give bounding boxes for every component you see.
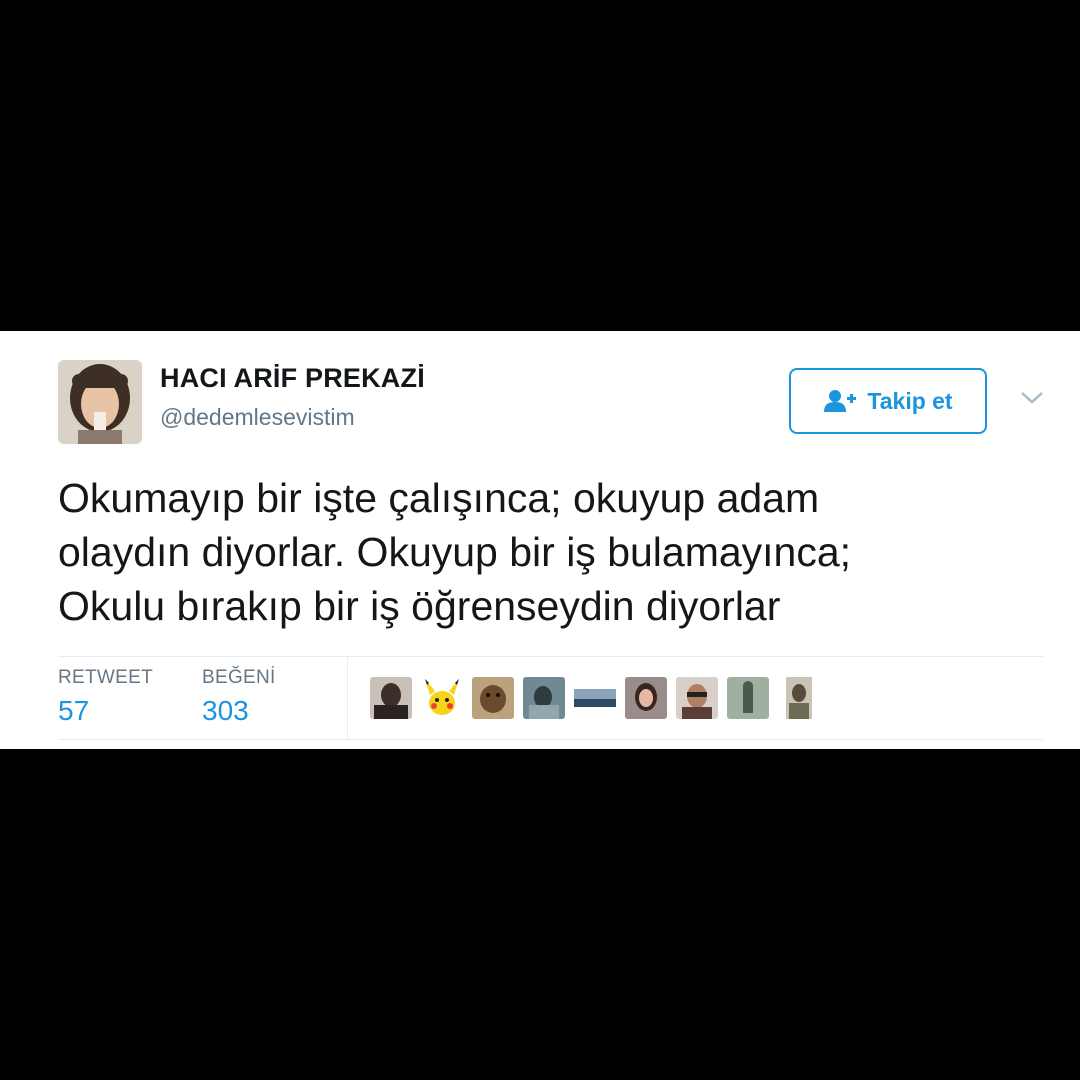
follow-button-label: Takip et bbox=[867, 387, 953, 414]
tweet-card: HACI ARİF PREKAZİ @dedemlesevistim Takip… bbox=[0, 331, 1080, 749]
tweet-text-line: Okumayıp bir işte çalışınca; okuyup adam bbox=[58, 475, 820, 521]
liker-avatar-pikachu[interactable] bbox=[421, 677, 463, 719]
tweet-stats: RETWEET 57 BEĞENİ 303 bbox=[58, 657, 1043, 739]
liker-avatar[interactable] bbox=[625, 677, 667, 719]
like-stat[interactable]: BEĞENİ 303 bbox=[202, 667, 276, 727]
add-user-icon bbox=[824, 390, 857, 412]
liker-avatar[interactable] bbox=[778, 677, 820, 719]
author-handle[interactable]: @dedemlesevistim bbox=[160, 404, 355, 431]
liker-avatar[interactable] bbox=[370, 677, 412, 719]
stats-bottom-divider bbox=[58, 739, 1043, 740]
tweet-text-line: olaydın diyorlar. Okuyup bir iş bulamayı… bbox=[58, 529, 852, 575]
follow-button[interactable]: Takip et bbox=[789, 368, 987, 434]
retweet-stat[interactable]: RETWEET 57 bbox=[58, 667, 153, 727]
liker-avatar[interactable] bbox=[472, 677, 514, 719]
like-label: BEĞENİ bbox=[202, 667, 276, 688]
liker-avatar[interactable] bbox=[574, 677, 616, 719]
tweet-text-line: Okulu bırakıp bir iş öğrenseydin diyorla… bbox=[58, 583, 781, 629]
author-name[interactable]: HACI ARİF PREKAZİ bbox=[160, 363, 425, 394]
retweet-count: 57 bbox=[58, 695, 90, 726]
liker-avatar[interactable] bbox=[727, 677, 769, 719]
author-avatar[interactable] bbox=[58, 360, 142, 444]
liker-avatar[interactable] bbox=[676, 677, 718, 719]
liker-avatar[interactable] bbox=[523, 677, 565, 719]
like-count: 303 bbox=[202, 695, 249, 726]
tweet-text: Okumayıp bir işte çalışınca; okuyup adam… bbox=[58, 471, 1048, 633]
retweet-label: RETWEET bbox=[58, 667, 153, 688]
stats-separator bbox=[347, 657, 348, 739]
chevron-down-icon[interactable] bbox=[1018, 387, 1046, 407]
